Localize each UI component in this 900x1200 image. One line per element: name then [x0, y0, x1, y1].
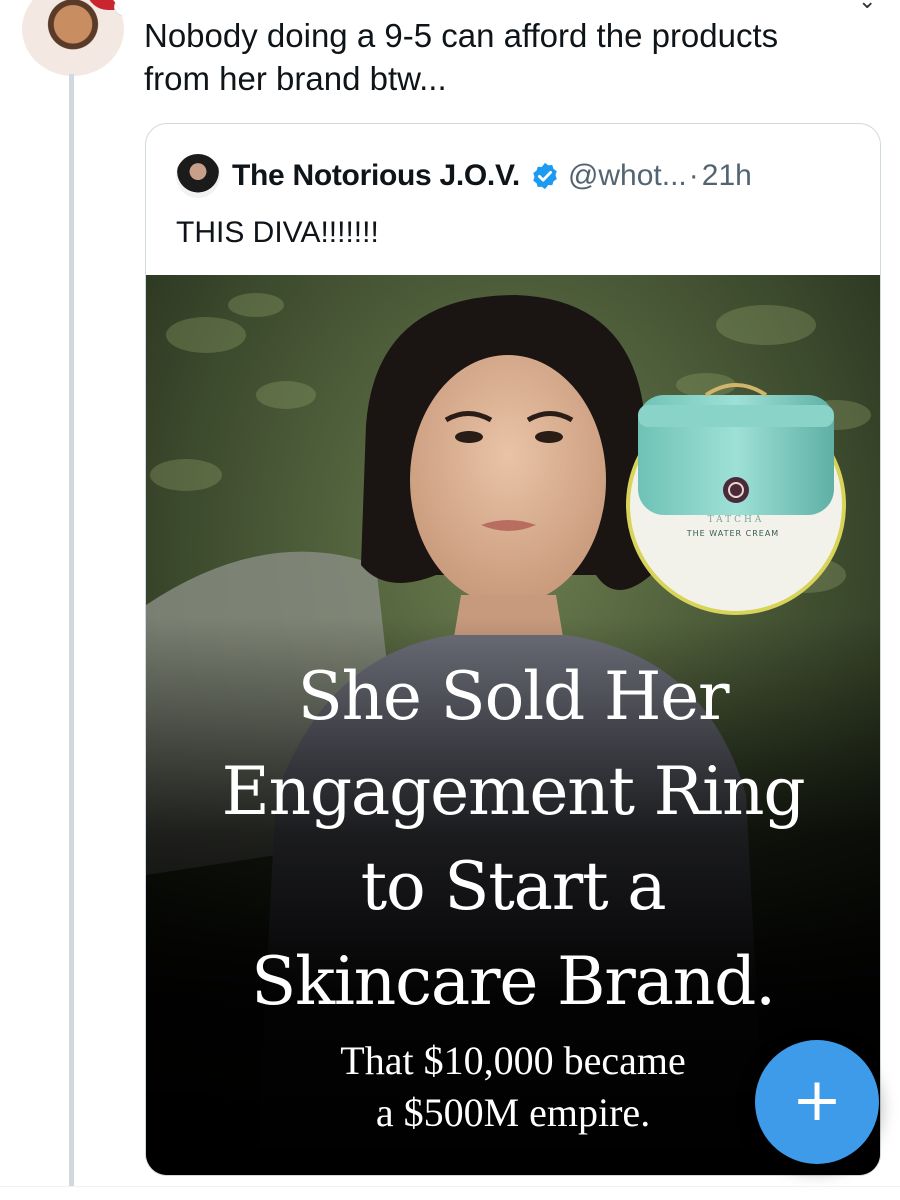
thread-line	[69, 74, 74, 1186]
quoted-author-name[interactable]: The Notorious J.O.V.	[232, 159, 520, 193]
plus-icon: +	[791, 1065, 843, 1135]
user-avatar[interactable]: NC W	[22, 0, 124, 76]
quoted-tweet-image[interactable]: TATCHA THE WATER CREAM She Sold Her Enga…	[146, 275, 880, 1175]
tweet-text-line-2: from her brand btw...	[144, 60, 447, 97]
product-brand-text: TATCHA	[707, 515, 765, 525]
compose-button[interactable]: +	[755, 1040, 879, 1164]
quoted-tweet-card[interactable]: The Notorious J.O.V. @whot... · 21h THIS…	[145, 123, 881, 1176]
bottom-divider	[0, 1186, 900, 1187]
product-label-text: THE WATER CREAM	[686, 529, 780, 538]
tweet-text-line-1: Nobody doing a 9-5 can afford the produc…	[144, 17, 779, 54]
meta-separator: ·	[688, 159, 699, 192]
headline-line-4: Skincare Brand.	[251, 943, 776, 1020]
avatar-corner-text-left: NC	[26, 0, 38, 1]
headline-line-1: She Sold Her	[297, 658, 730, 735]
tweet-text: Nobody doing a 9-5 can afford the produc…	[144, 14, 884, 100]
headline-line-2: Engagement Ring	[221, 753, 806, 830]
quoted-tweet-header: The Notorious J.O.V. @whot... · 21h	[176, 154, 752, 198]
quoted-tweet-time[interactable]: 21h	[702, 159, 752, 193]
quoted-author-handle[interactable]: @whot...	[568, 159, 687, 193]
headline-line-3: to Start a	[360, 848, 667, 925]
image-headline: She Sold Her Engagement Ring to Start a …	[146, 649, 880, 1029]
quoted-author-avatar[interactable]	[176, 154, 220, 198]
hat-pompom-icon	[114, 0, 124, 16]
verified-badge-icon	[533, 162, 557, 190]
more-menu-icon[interactable]: ⌄	[858, 0, 876, 14]
quoted-tweet-text: THIS DIVA!!!!!!!	[176, 216, 379, 249]
